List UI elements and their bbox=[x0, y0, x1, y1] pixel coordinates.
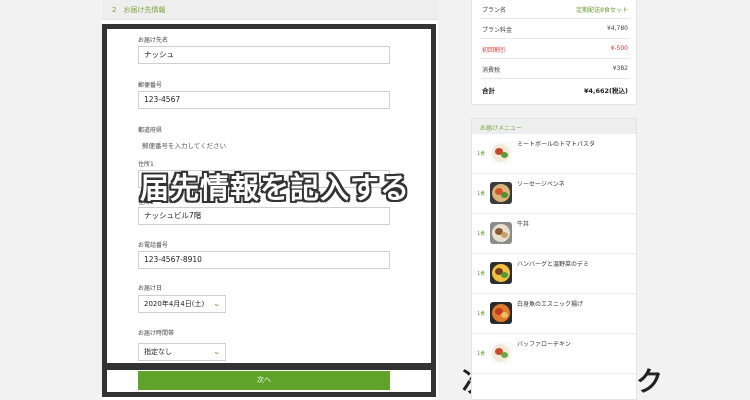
meal-thumbnail bbox=[490, 182, 512, 204]
meal-thumbnail bbox=[490, 262, 512, 284]
menu-item-name: 牛丼 bbox=[517, 221, 530, 228]
tax-label: 消費税 bbox=[482, 67, 501, 74]
menu-item-name: ミートボールのトマトパスタ bbox=[517, 141, 596, 148]
menu-header: お届けメニュー bbox=[472, 119, 636, 134]
order-summary-panel: プラン名 定期配送8食セット プラン料金 ¥4,780 初回割引 ¥-500 消… bbox=[471, 0, 637, 105]
total-value: ¥4,662(税込) bbox=[583, 87, 628, 95]
menu-item: 1食 ソーセージペンネ bbox=[472, 174, 636, 214]
summary-total-row: 合計 ¥4,662(税込) bbox=[482, 85, 628, 95]
price-label: プラン料金 bbox=[482, 27, 513, 34]
plan-value: 定期配送8食セット bbox=[576, 7, 628, 14]
menu-item-qty: 1食 bbox=[477, 271, 486, 277]
menu-item-qty: 1食 bbox=[477, 231, 486, 237]
divider bbox=[480, 58, 630, 59]
divider bbox=[480, 78, 630, 79]
form-annotation-caption: 届先情報を記入する bbox=[140, 171, 411, 205]
discount-label: 初回割引 bbox=[482, 47, 507, 54]
menu-item: 1食 バッファローチキン bbox=[472, 334, 636, 374]
menu-item: 1食 ミートボールのトマトパスタ bbox=[472, 134, 636, 174]
menu-item: 1食 白身魚のエスニック揚げ bbox=[472, 294, 636, 334]
summary-discount-row: 初回割引 ¥-500 bbox=[482, 45, 628, 54]
menu-item: 1食 牛丼 bbox=[472, 214, 636, 254]
discount-value: ¥-500 bbox=[610, 45, 628, 52]
meal-thumbnail bbox=[490, 302, 512, 324]
total-label: 合計 bbox=[482, 87, 495, 95]
menu-item-name: ソーセージペンネ bbox=[517, 181, 565, 188]
delivery-menu-panel: お届けメニュー 1食 ミートボールのトマトパスタ 1食 ソーセージペンネ 1食 … bbox=[471, 118, 637, 400]
divider bbox=[480, 18, 630, 19]
menu-item-qty: 1食 bbox=[477, 191, 486, 197]
menu-item: 1食 ハンバーグと温野菜のデミ bbox=[472, 254, 636, 294]
meal-thumbnail bbox=[490, 142, 512, 164]
tax-value: ¥382 bbox=[612, 65, 628, 72]
summary-plan-row: プラン名 定期配送8食セット bbox=[482, 5, 628, 14]
step-title: 2 お届け先情報 bbox=[112, 6, 166, 14]
meal-thumbnail bbox=[490, 222, 512, 244]
plan-label: プラン名 bbox=[482, 7, 507, 14]
menu-item-qty: 1食 bbox=[477, 151, 486, 157]
menu-item-name: バッファローチキン bbox=[517, 341, 571, 348]
next-button-highlight-frame bbox=[102, 365, 436, 397]
summary-tax-row: 消費税 ¥382 bbox=[482, 65, 628, 74]
divider bbox=[480, 38, 630, 39]
menu-title: お届けメニュー bbox=[480, 125, 523, 132]
menu-item-name: 白身魚のエスニック揚げ bbox=[517, 301, 584, 308]
menu-item-qty: 1食 bbox=[477, 311, 486, 317]
step-header: 2 お届け先情報 bbox=[102, 0, 438, 20]
price-value: ¥4,780 bbox=[607, 25, 628, 32]
summary-price-row: プラン料金 ¥4,780 bbox=[482, 25, 628, 34]
menu-item-name: ハンバーグと温野菜のデミ bbox=[517, 261, 590, 268]
menu-item-qty: 1食 bbox=[477, 351, 486, 357]
meal-thumbnail bbox=[490, 342, 512, 364]
